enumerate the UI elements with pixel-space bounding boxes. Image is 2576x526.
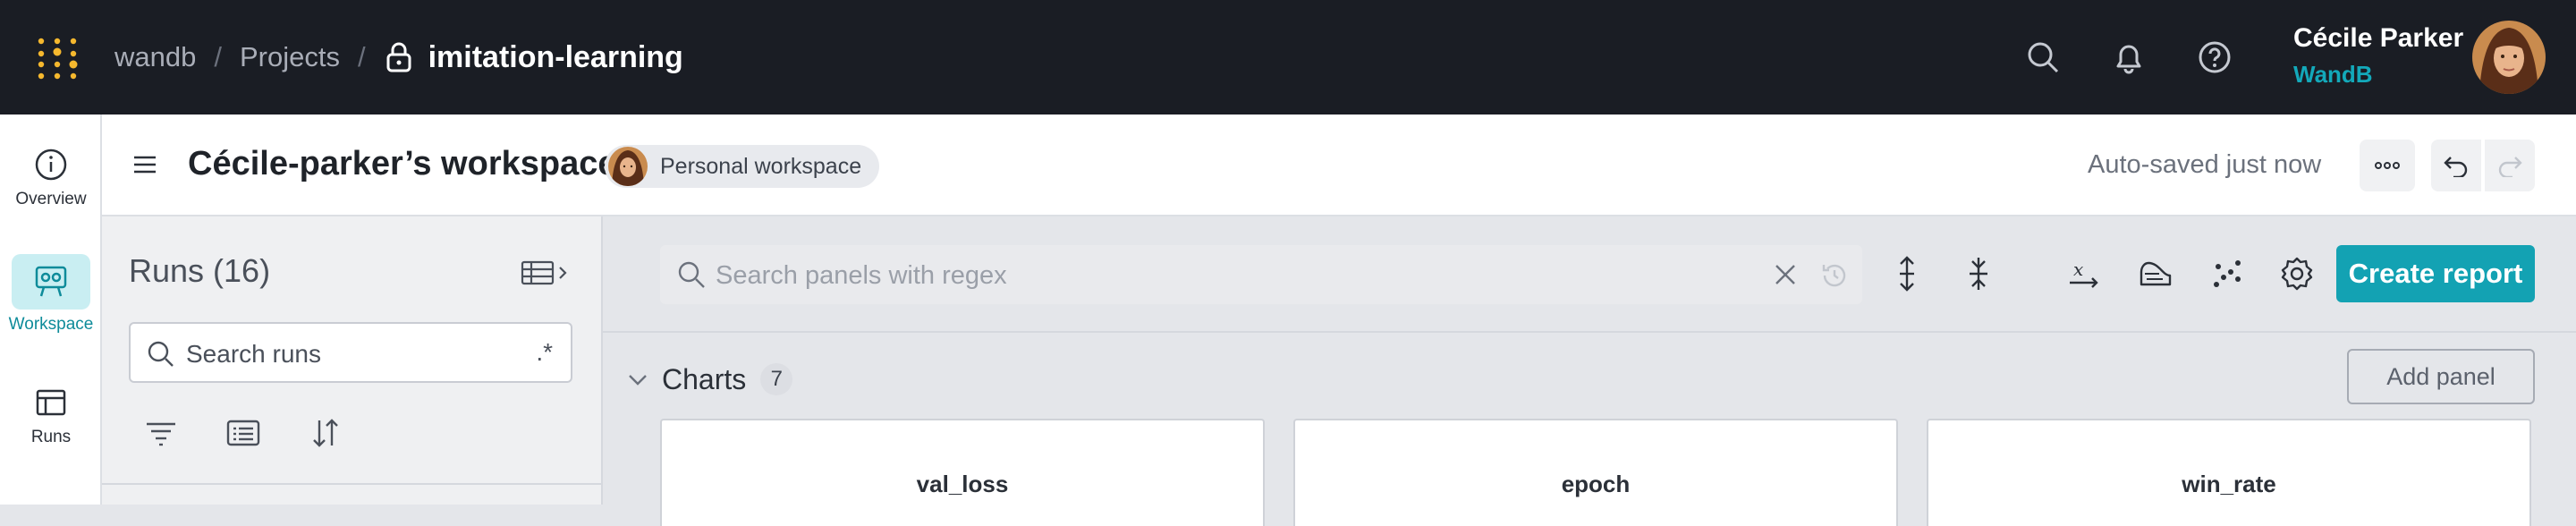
table-icon bbox=[36, 389, 66, 416]
undo-button[interactable] bbox=[2431, 140, 2481, 191]
expand-runs-table-icon[interactable] bbox=[521, 259, 574, 286]
runs-sidebar: Runs (16) Search runs .* bbox=[102, 216, 603, 505]
user-name[interactable]: Cécile Parker bbox=[2293, 23, 2463, 54]
nav-item-label: Workspace bbox=[8, 315, 94, 334]
left-nav: Overview Workspace Runs bbox=[0, 115, 102, 505]
search-icon bbox=[148, 341, 174, 367]
help-icon[interactable] bbox=[2197, 39, 2233, 75]
expand-sections-icon[interactable] bbox=[1887, 254, 1927, 293]
wandb-logo-icon[interactable] bbox=[34, 36, 80, 82]
close-icon[interactable] bbox=[1773, 262, 1798, 287]
info-icon bbox=[35, 148, 67, 181]
breadcrumb-separator: / bbox=[357, 41, 366, 72]
section-title: Charts bbox=[662, 362, 747, 395]
breadcrumb-project[interactable]: imitation-learning bbox=[428, 40, 683, 75]
filter-icon[interactable] bbox=[143, 415, 179, 451]
redo-icon bbox=[2498, 157, 2522, 177]
runs-search-input[interactable]: Search runs .* bbox=[129, 322, 572, 383]
more-options-button[interactable] bbox=[2360, 140, 2415, 191]
breadcrumb-separator: / bbox=[214, 41, 222, 72]
search-icon[interactable] bbox=[2025, 39, 2061, 75]
panel-search-placeholder: Search panels with regex bbox=[716, 261, 1007, 290]
chart-panel[interactable]: val_loss bbox=[660, 419, 1265, 526]
chart-panel-title: val_loss bbox=[916, 471, 1009, 497]
undo-icon bbox=[2444, 157, 2468, 177]
nav-item-runs[interactable]: Runs bbox=[0, 383, 102, 447]
charts-section-header[interactable]: Charts 7 bbox=[626, 360, 793, 399]
nav-item-label: Overview bbox=[15, 190, 87, 208]
x-axis-icon[interactable]: x bbox=[2064, 254, 2104, 293]
panels-area: Search panels with regex x Create report… bbox=[603, 216, 2576, 526]
breadcrumb: wandb / Projects / imitation-learning bbox=[114, 38, 683, 77]
workspace-icon bbox=[35, 266, 67, 297]
chart-panel[interactable]: win_rate bbox=[1927, 419, 2531, 526]
smoothing-icon[interactable] bbox=[2136, 254, 2175, 293]
regex-toggle[interactable]: .* bbox=[536, 338, 553, 367]
avatar bbox=[608, 147, 648, 186]
workspace-type-label: Personal workspace bbox=[660, 154, 862, 179]
redo-button[interactable] bbox=[2485, 140, 2535, 191]
outliers-icon[interactable] bbox=[2207, 254, 2247, 293]
nav-item-overview[interactable]: Overview bbox=[0, 145, 102, 209]
page-title: Cécile-parker’s workspace bbox=[188, 145, 617, 182]
gear-icon[interactable] bbox=[2277, 254, 2317, 293]
add-panel-button[interactable]: Add panel bbox=[2347, 349, 2535, 404]
svg-text:x: x bbox=[2073, 259, 2083, 280]
breadcrumb-org[interactable]: wandb bbox=[114, 41, 196, 73]
undo-redo-group bbox=[2431, 140, 2538, 191]
nav-item-label: Runs bbox=[30, 428, 72, 446]
create-report-button[interactable]: Create report bbox=[2336, 245, 2535, 302]
section-count-badge: 7 bbox=[760, 363, 793, 395]
panel-search-input[interactable]: Search panels with regex bbox=[660, 245, 1862, 304]
divider bbox=[102, 483, 601, 485]
divider bbox=[603, 331, 2576, 333]
runs-title: Runs (16) bbox=[129, 252, 271, 289]
more-horizontal-icon bbox=[2375, 162, 2400, 169]
runs-search-placeholder: Search runs bbox=[186, 340, 321, 368]
hamburger-menu-icon[interactable] bbox=[132, 154, 157, 175]
workspace-header: Cécile-parker’s workspace Personal works… bbox=[102, 115, 2576, 216]
search-icon bbox=[678, 261, 705, 288]
chart-panel[interactable]: epoch bbox=[1293, 419, 1898, 526]
chevron-down-icon bbox=[629, 375, 647, 386]
lock-icon bbox=[386, 42, 411, 72]
group-icon[interactable] bbox=[225, 415, 261, 451]
breadcrumb-projects[interactable]: Projects bbox=[240, 41, 340, 73]
chart-panel-title: epoch bbox=[1561, 471, 1631, 497]
chart-panel-title: win_rate bbox=[2182, 471, 2276, 497]
history-icon[interactable] bbox=[1819, 260, 1850, 291]
workspace-type-chip[interactable]: Personal workspace bbox=[605, 145, 880, 188]
collapse-sections-icon[interactable] bbox=[1959, 254, 1998, 293]
top-bar: wandb / Projects / imitation-learning Cé… bbox=[0, 0, 2576, 115]
nav-item-workspace[interactable]: Workspace bbox=[0, 254, 102, 335]
user-org[interactable]: WandB bbox=[2293, 61, 2373, 89]
avatar[interactable] bbox=[2472, 21, 2546, 94]
sort-icon[interactable] bbox=[308, 415, 343, 451]
autosave-status: Auto-saved just now bbox=[2088, 150, 2322, 179]
bell-icon[interactable] bbox=[2111, 39, 2147, 75]
